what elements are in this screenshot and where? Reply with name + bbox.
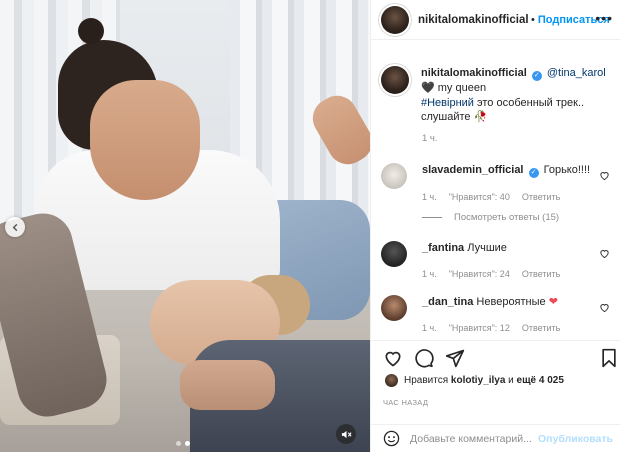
post-caption: nikitalomakinofficial ✓ @tina_karol 🖤 my… — [381, 66, 613, 125]
heart-icon[interactable] — [599, 248, 610, 259]
comment-likes[interactable]: "Нравится": 12 — [449, 321, 510, 335]
likes-prefix: Нравится — [404, 375, 449, 386]
comment-composer: Опубликовать — [371, 424, 620, 452]
likes-count[interactable]: ещё 4 025 — [517, 375, 564, 386]
comment-username[interactable]: _dan_tina — [422, 296, 473, 308]
carousel-prev-button[interactable] — [5, 217, 25, 237]
more-options-icon[interactable]: ••• — [595, 11, 613, 25]
avatar[interactable] — [381, 163, 407, 189]
likes-summary: Нравится kolotiy_ilya и ещё 4 025 — [385, 374, 564, 387]
mute-icon — [341, 430, 352, 438]
comment-input[interactable] — [410, 432, 538, 445]
heart-icon[interactable] — [383, 348, 403, 368]
emoji-icon[interactable] — [383, 430, 400, 447]
avatar[interactable] — [381, 241, 407, 267]
mute-button[interactable] — [336, 424, 356, 444]
heart-icon[interactable] — [599, 170, 610, 181]
header-separator: • — [531, 13, 535, 26]
share-icon[interactable] — [445, 348, 465, 368]
hashtag-link[interactable]: #Невірний — [421, 97, 474, 109]
verified-icon: ✓ — [528, 168, 539, 178]
publish-button[interactable]: Опубликовать — [538, 433, 613, 445]
chevron-left-icon — [12, 223, 17, 231]
likes-user[interactable]: kolotiy_ilya — [451, 375, 505, 386]
comment-likes[interactable]: "Нравится": 24 — [449, 267, 510, 281]
comment-username[interactable]: _fantina — [422, 242, 464, 254]
woman-hand — [180, 360, 275, 410]
view-replies-button[interactable]: Посмотреть ответы (15) — [422, 212, 559, 223]
caption-time[interactable]: 1 ч. — [422, 133, 438, 144]
bookmark-icon[interactable] — [599, 348, 619, 368]
carousel-dots — [176, 441, 190, 446]
comment-time[interactable]: 1 ч. — [422, 190, 437, 204]
comment-time[interactable]: 1 ч. — [422, 321, 437, 335]
caption-line: my queen — [437, 82, 487, 94]
post-side-panel: nikitalomakinofficial • Подписаться ••• … — [370, 0, 620, 452]
caption-line: это особенный трек.. — [477, 96, 585, 109]
caption-username[interactable]: nikitalomakinofficial — [421, 67, 527, 79]
comment-icon[interactable] — [414, 348, 434, 368]
avatar[interactable] — [381, 5, 409, 34]
post-age[interactable]: ЧАС НАЗАД — [383, 398, 428, 407]
post-media[interactable] — [0, 0, 370, 452]
comment-item: _fantina Лучшие 1 ч. "Нравится": 24 Отве… — [381, 241, 613, 281]
comment-text: Лучшие — [467, 242, 507, 254]
view-replies-label: Посмотреть ответы (15) — [454, 212, 560, 223]
comment-likes[interactable]: "Нравится": 40 — [449, 190, 510, 204]
mention-link[interactable]: @tina_karol — [547, 67, 606, 79]
action-bar — [371, 340, 620, 372]
comment-text: Горько!!!! — [543, 164, 591, 176]
man-hair-bun — [78, 18, 104, 44]
black-heart-emoji: 🖤 — [421, 82, 435, 94]
likes-middle: и — [508, 375, 514, 386]
comment-time[interactable]: 1 ч. — [422, 267, 437, 281]
replies-divider — [422, 217, 442, 218]
man-face — [90, 80, 200, 200]
caption-text: nikitalomakinofficial ✓ @tina_karol 🖤 my… — [421, 66, 606, 125]
avatar[interactable] — [381, 66, 409, 94]
comment-item: slavademin_official ✓ Горько!!!! 1 ч. "Н… — [381, 163, 613, 204]
carousel-dot[interactable] — [176, 441, 181, 446]
reply-button[interactable]: Ответить — [522, 267, 560, 281]
verified-icon: ✓ — [531, 71, 542, 81]
reply-button[interactable]: Ответить — [522, 190, 560, 204]
comment-username[interactable]: slavademin_official — [422, 164, 524, 176]
post-header: nikitalomakinofficial • Подписаться ••• — [371, 0, 620, 40]
caption-line: слушайте — [421, 111, 471, 123]
carousel-dot-active[interactable] — [185, 441, 190, 446]
avatar[interactable] — [381, 295, 407, 321]
red-heart-emoji: ❤ — [548, 296, 558, 308]
avatar[interactable] — [385, 374, 398, 387]
owner-username[interactable]: nikitalomakinofficial — [418, 14, 528, 26]
comment-text: Невероятные — [476, 296, 546, 308]
heart-icon[interactable] — [599, 302, 610, 313]
comment-item: _dan_tina Невероятные ❤ 1 ч. "Нравится":… — [381, 295, 613, 335]
reply-button[interactable]: Ответить — [522, 321, 560, 335]
rose-emoji: 🥀 — [473, 111, 488, 123]
